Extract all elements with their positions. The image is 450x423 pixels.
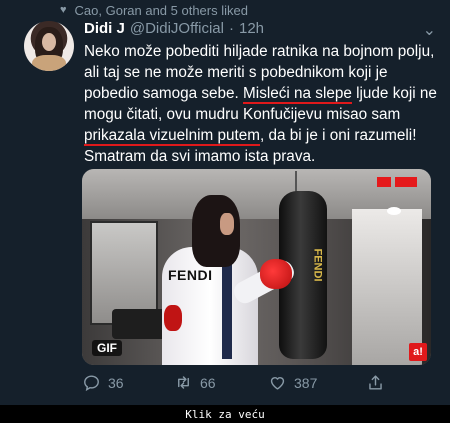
avatar[interactable] [24,21,74,71]
tv-channel-badge [377,177,391,187]
gym-door [352,209,422,365]
reply-icon [84,375,99,392]
retweet-icon [178,376,189,389]
channel-logo: a! [409,343,427,361]
heart-icon: ♥ [60,4,67,16]
ceiling-light [387,207,401,215]
boxing-glove-right [260,259,292,289]
jacket-brand-text: FENDI [168,267,213,283]
person-face [220,213,234,235]
highlighted-phrase-2: prikazala vizuelnim putem [84,127,260,147]
social-context: ♥ Cao, Goran and 5 others liked [60,2,248,18]
header-separator: · [228,20,234,37]
retweet-button[interactable]: 66 [174,373,216,392]
tweet-screenshot: ♥ Cao, Goran and 5 others liked Didi J @… [0,0,450,405]
author-handle[interactable]: @DidiJOfficial [130,20,224,37]
boxing-glove-left [164,305,182,331]
like-count: 387 [294,374,318,391]
author-name[interactable]: Didi J [84,20,125,37]
share-button[interactable] [366,373,385,392]
reply-button[interactable]: 36 [82,373,124,392]
retweet-count: 66 [200,374,216,391]
enlarge-link[interactable]: Klik za veću [0,405,450,423]
like-button[interactable]: 387 [268,373,317,392]
share-icon [369,375,382,390]
tweet-header: Didi J @DidiJOfficial · 12h [84,20,264,37]
tweet-text: Neko može pobediti hiljade ratnika na bo… [84,41,439,168]
highlighted-phrase-1: Misleći na slepe [243,85,352,105]
social-context-text: Cao, Goran and 5 others liked [74,2,248,18]
gif-badge: GIF [92,340,122,356]
bag-chain [295,171,297,193]
bag-brand-text: FENDI [311,248,324,282]
tweet-time[interactable]: 12h [239,20,264,37]
tweet-actions: 36 66 387 [82,373,437,399]
like-icon [270,377,285,390]
chevron-down-icon[interactable]: ⌄ [423,20,436,40]
reply-count: 36 [108,374,124,391]
tweet-media-gif[interactable]: FENDI FENDI GIF a! [82,169,431,365]
tv-channel-badge-2 [395,177,417,187]
